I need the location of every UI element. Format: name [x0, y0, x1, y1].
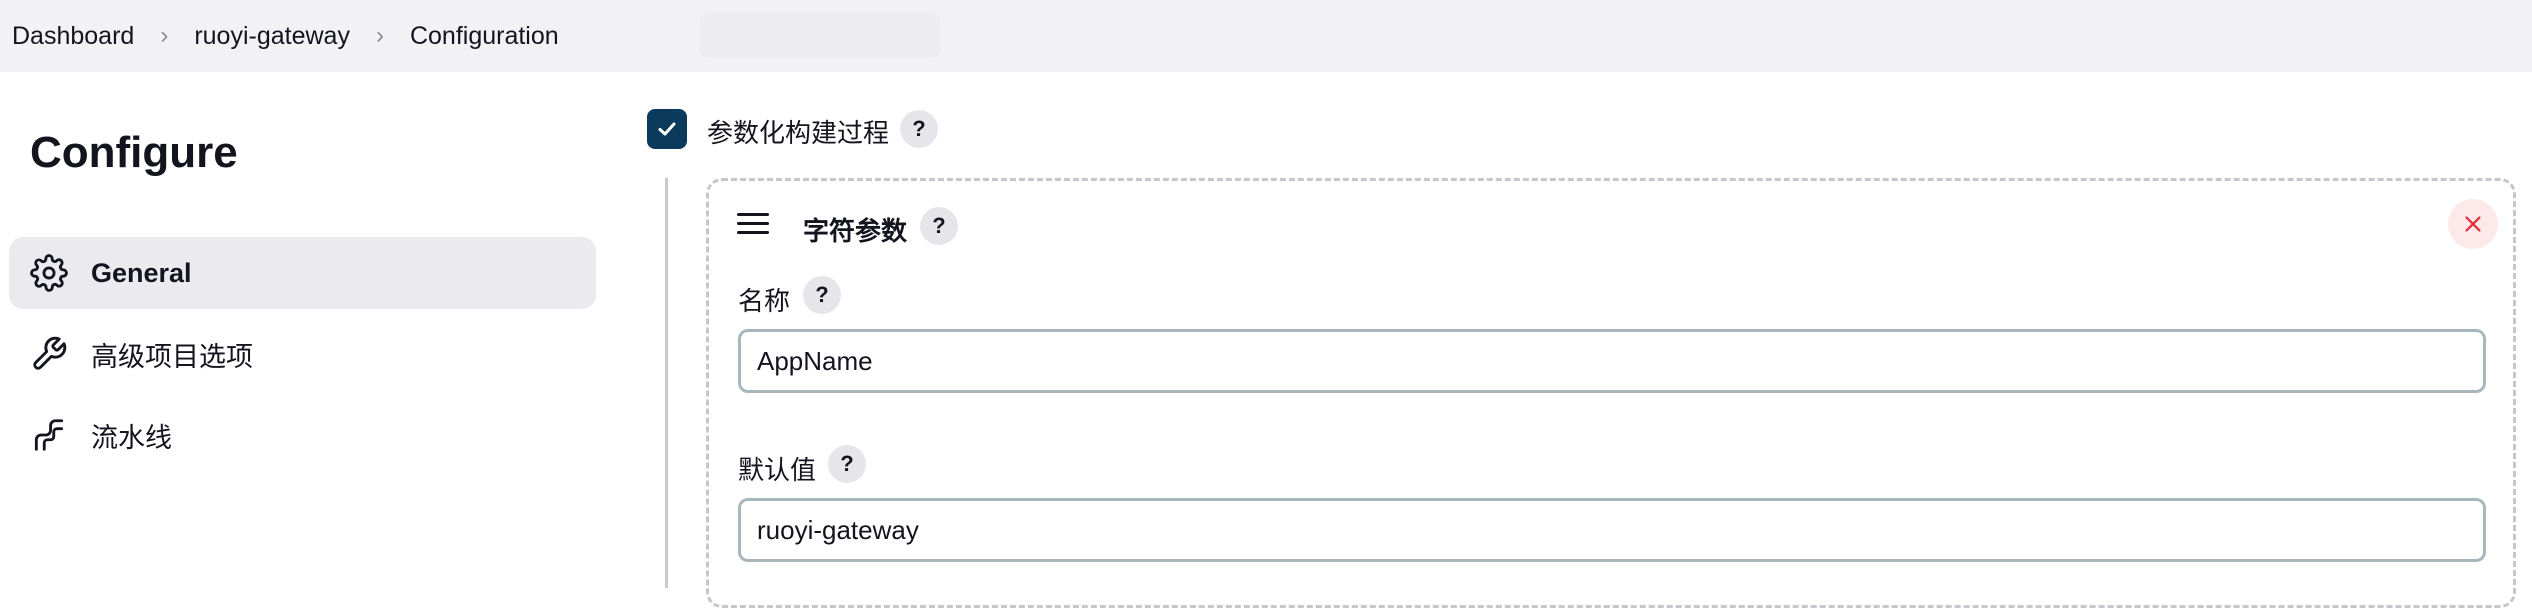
wrench-icon: [29, 334, 69, 374]
section-divider: [665, 178, 668, 588]
sidebar-item-advanced[interactable]: 高级项目选项: [9, 318, 596, 390]
sidebar-item-label: General: [91, 257, 192, 288]
name-label: 名称: [738, 286, 791, 316]
help-icon[interactable]: ?: [803, 276, 841, 314]
pipeline-icon: [29, 415, 69, 455]
close-icon: [2465, 216, 2481, 232]
gear-icon: [29, 253, 69, 293]
breadcrumb-bar: Dashboard › ruoyi-gateway › Configuratio…: [0, 0, 2532, 72]
name-input[interactable]: [738, 329, 2486, 393]
breadcrumb-dashboard[interactable]: Dashboard: [12, 22, 134, 51]
help-icon[interactable]: ?: [828, 445, 866, 483]
sidebar-item-pipeline[interactable]: 流水线: [9, 399, 596, 471]
help-icon[interactable]: ?: [920, 207, 958, 245]
breadcrumb-configuration[interactable]: Configuration: [410, 22, 559, 51]
breadcrumb-separator: ›: [160, 22, 169, 49]
delete-parameter-button[interactable]: [2448, 199, 2498, 249]
default-value-label: 默认值: [738, 455, 817, 485]
drag-handle-icon[interactable]: [737, 213, 769, 237]
default-value-input[interactable]: [738, 498, 2486, 562]
check-icon: [658, 122, 676, 136]
faded-overlay: [700, 12, 940, 58]
breadcrumb-project[interactable]: ruoyi-gateway: [194, 22, 350, 51]
breadcrumb-separator: ›: [375, 22, 384, 49]
parameterized-label: 参数化构建过程: [707, 118, 890, 148]
page-title: Configure: [30, 128, 238, 177]
sidebar-item-general[interactable]: General: [9, 237, 596, 309]
sidebar: Configure General 高级项目选项 流水线: [0, 72, 610, 588]
parameterized-checkbox[interactable]: [647, 109, 687, 149]
parameter-type-title: 字符参数: [803, 216, 908, 246]
sidebar-item-label: 高级项目选项: [91, 341, 253, 372]
sidebar-item-label: 流水线: [91, 422, 172, 453]
help-icon[interactable]: ?: [900, 110, 938, 148]
